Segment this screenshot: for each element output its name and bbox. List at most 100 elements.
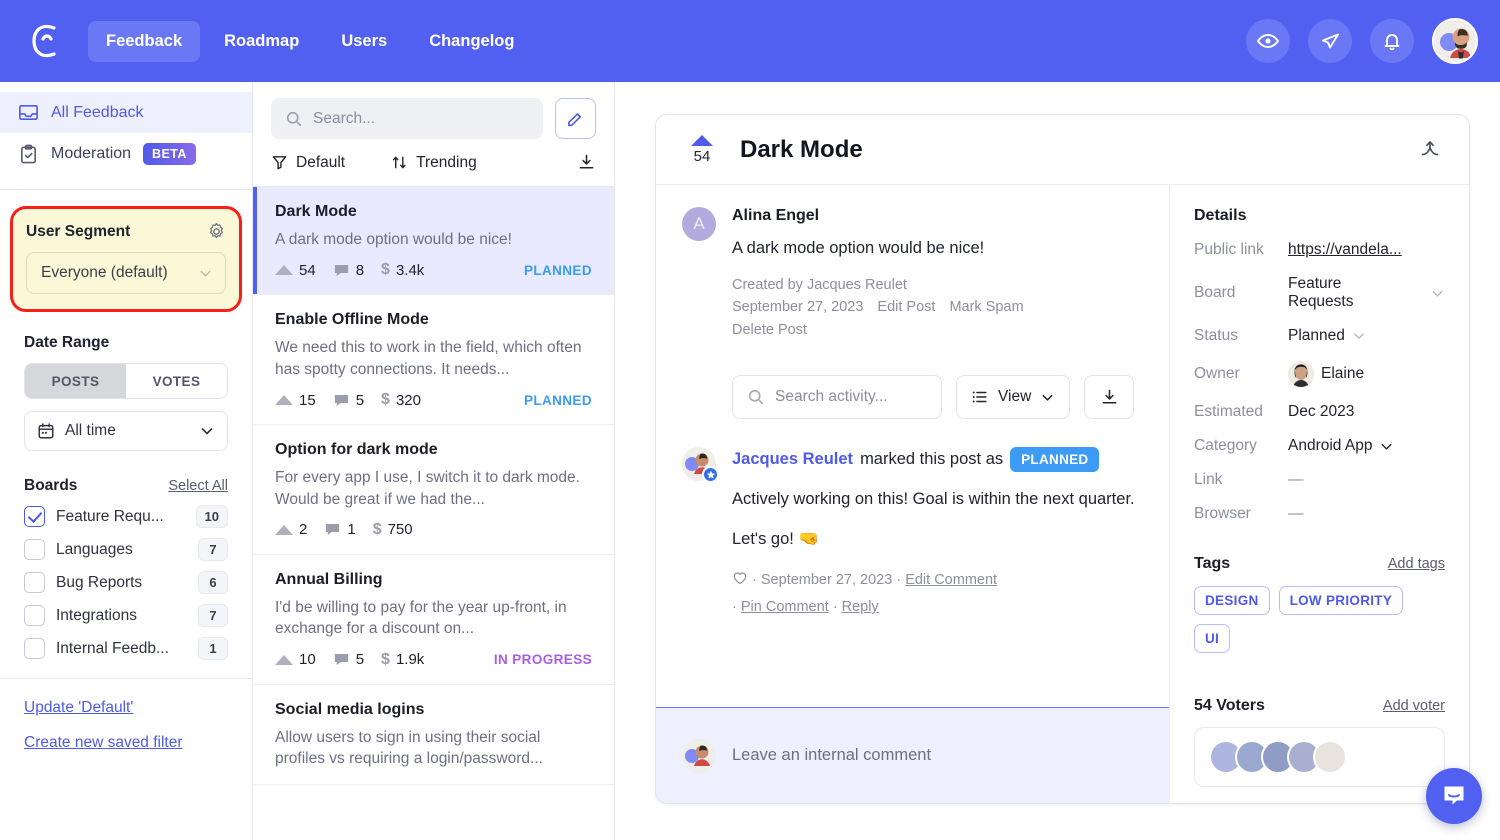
status-badge: PLANNED: [523, 262, 592, 278]
comment-date: September 27, 2023: [760, 572, 893, 589]
detail-row-owner[interactable]: Owner Elaine: [1194, 361, 1445, 387]
tag-ui[interactable]: UI: [1194, 624, 1231, 653]
board-item-feature-requests[interactable]: Feature Requ... 10: [24, 505, 228, 528]
eye-icon[interactable]: [1246, 19, 1290, 63]
sort-trending-button[interactable]: Trending: [391, 154, 477, 172]
post-main-pane: A Alina Engel A dark mode option would b…: [656, 185, 1169, 803]
detail-key: Status: [1194, 327, 1238, 344]
search-input[interactable]: Search...: [271, 98, 543, 139]
post-list-item[interactable]: Dark Mode A dark mode option would be ni…: [253, 187, 614, 296]
vote-button[interactable]: 54: [682, 134, 722, 165]
activity-search-input[interactable]: Search activity...: [732, 375, 942, 420]
checkbox[interactable]: [24, 506, 45, 527]
pin-comment-link[interactable]: Pin Comment: [741, 599, 829, 615]
update-default-link[interactable]: Update 'Default': [24, 699, 228, 717]
tag-design[interactable]: DESIGN: [1194, 586, 1270, 615]
comment-author[interactable]: Jacques Reulet: [732, 450, 853, 469]
gear-icon[interactable]: [207, 222, 226, 241]
comment-icon: [333, 651, 350, 668]
detail-row-category[interactable]: Category Android App: [1194, 437, 1445, 455]
status-badge: IN PROGRESS: [493, 652, 592, 668]
add-voter-link[interactable]: Add voter: [1383, 698, 1445, 714]
value-amount: $3.4k: [381, 261, 425, 279]
nav-item-users[interactable]: Users: [323, 21, 405, 62]
sidebar-item-moderation[interactable]: Moderation BETA: [0, 133, 252, 175]
upvote-icon: [275, 395, 293, 406]
top-navigation-bar: Feedback Roadmap Users Changelog: [0, 0, 1500, 82]
boards-title: Boards: [24, 477, 78, 494]
sidebar-nav: All Feedback Moderation BETA: [0, 82, 252, 175]
nav-item-changelog[interactable]: Changelog: [411, 21, 532, 62]
download-icon[interactable]: [1084, 375, 1135, 420]
value-amount: $320: [381, 391, 421, 409]
post-list-item[interactable]: Option for dark mode For every app I use…: [253, 425, 614, 555]
sidebar-item-all-feedback[interactable]: All Feedback: [0, 92, 252, 133]
voter-avatar[interactable]: [1313, 740, 1347, 774]
user-segment-select[interactable]: Everyone (default): [26, 252, 226, 294]
internal-comment-placeholder: Leave an internal comment: [732, 746, 932, 764]
vote-count: 54: [275, 262, 316, 279]
comment-icon: [333, 392, 350, 409]
view-button[interactable]: View: [956, 375, 1071, 420]
main-nav-items: Feedback Roadmap Users Changelog: [88, 20, 532, 62]
board-count: 10: [195, 505, 228, 528]
filter-default-button[interactable]: Default: [271, 154, 345, 172]
checkbox[interactable]: [24, 572, 45, 593]
post-list-item[interactable]: Annual Billing I'd be willing to pay for…: [253, 555, 614, 685]
board-item-integrations[interactable]: Integrations 7: [24, 604, 228, 627]
detail-value: Feature Requests: [1288, 275, 1445, 311]
compose-post-button[interactable]: [555, 98, 596, 139]
detail-key: Owner: [1194, 365, 1240, 382]
post-list-item[interactable]: Enable Offline Mode We need this to work…: [253, 295, 614, 426]
heart-icon[interactable]: [732, 570, 748, 595]
chevron-down-icon: [198, 266, 213, 281]
post-description: For every app I use, I switch it to dark…: [275, 469, 580, 508]
detail-row-status[interactable]: Status Planned: [1194, 327, 1445, 345]
checkbox[interactable]: [24, 539, 45, 560]
nav-item-roadmap[interactable]: Roadmap: [206, 21, 317, 62]
voters-avatar-list[interactable]: [1194, 727, 1445, 787]
merge-icon[interactable]: [1413, 133, 1447, 167]
avatar[interactable]: [1432, 18, 1478, 64]
date-period-value: All time: [65, 422, 116, 439]
board-item-bug-reports[interactable]: Bug Reports 6: [24, 571, 228, 594]
details-panel: Details Public link https://vandela... B…: [1169, 185, 1469, 803]
reply-link[interactable]: Reply: [842, 599, 879, 615]
detail-key: Public link: [1194, 241, 1264, 258]
tab-posts[interactable]: POSTS: [25, 364, 126, 398]
crowd-logo-icon[interactable]: [24, 19, 68, 63]
board-item-internal-feedback[interactable]: Internal Feedb... 1: [24, 637, 228, 660]
checkbox[interactable]: [24, 638, 45, 659]
tag-low-priority[interactable]: LOW PRIORITY: [1278, 586, 1404, 615]
post-title: Annual Billing: [275, 570, 383, 588]
mark-spam-link[interactable]: Mark Spam: [949, 299, 1023, 315]
sidebar-divider: [0, 189, 252, 190]
boards-header: Boards Select All: [24, 477, 228, 495]
voters-title: 54 Voters: [1194, 697, 1265, 714]
megaphone-icon[interactable]: [1308, 19, 1352, 63]
post-list-item[interactable]: Social media logins Allow users to sign …: [253, 685, 614, 786]
comment-count: 1: [324, 521, 356, 538]
tag-list: DESIGN LOW PRIORITY UI: [1194, 586, 1445, 653]
bell-icon[interactable]: [1370, 19, 1414, 63]
chat-bubble-icon[interactable]: [1426, 768, 1482, 824]
tab-votes[interactable]: VOTES: [126, 364, 227, 398]
date-period-select[interactable]: All time: [24, 411, 228, 451]
edit-comment-link[interactable]: Edit Comment: [905, 572, 997, 588]
comment-icon: [324, 521, 341, 538]
create-saved-filter-link[interactable]: Create new saved filter: [24, 734, 228, 752]
user-segment-card: User Segment Everyone (default): [12, 208, 240, 310]
detail-row-board[interactable]: Board Feature Requests: [1194, 275, 1445, 311]
checkbox[interactable]: [24, 605, 45, 626]
select-all-link[interactable]: Select All: [168, 478, 228, 494]
post-description: I'd be willing to pay for the year up-fr…: [275, 598, 567, 638]
sidebar-item-label: All Feedback: [51, 103, 144, 121]
edit-post-link[interactable]: Edit Post: [877, 299, 935, 315]
internal-comment-bar[interactable]: Leave an internal comment: [656, 707, 1169, 803]
delete-post-link[interactable]: Delete Post: [732, 322, 807, 338]
board-item-languages[interactable]: Languages 7: [24, 538, 228, 561]
add-tags-link[interactable]: Add tags: [1388, 556, 1445, 572]
nav-item-feedback[interactable]: Feedback: [88, 20, 201, 62]
download-icon[interactable]: [577, 153, 596, 172]
public-link[interactable]: https://vandela...: [1288, 241, 1402, 259]
